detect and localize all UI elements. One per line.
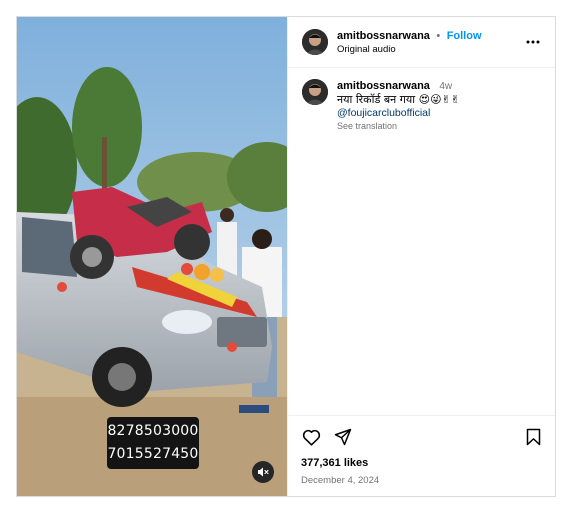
more-options-button[interactable]	[525, 35, 541, 49]
bookmark-icon	[526, 428, 540, 446]
post-header: amitbossnarwana • Follow Original audio	[288, 17, 555, 68]
share-icon	[334, 428, 352, 446]
audio-link[interactable]: Original audio	[337, 43, 482, 57]
avatar-image	[302, 79, 328, 105]
likes-count[interactable]: 377,361 likes	[301, 457, 368, 469]
caption-username[interactable]: amitbossnarwana	[337, 80, 430, 92]
post-info-panel: amitbossnarwana • Follow Original audio	[287, 17, 555, 496]
share-button[interactable]	[333, 427, 353, 447]
header-username[interactable]: amitbossnarwana	[337, 30, 430, 42]
caption-avatar[interactable]	[302, 79, 328, 105]
caption-text: नया रिकॉर्ड बन गया 😍😜✌✌	[337, 93, 461, 106]
avatar[interactable]	[302, 29, 328, 55]
more-horizontal-icon	[526, 40, 540, 44]
phone-number-overlay: 8278503000 7015527450	[107, 417, 199, 469]
caption-timestamp[interactable]: 4w	[439, 81, 452, 92]
caption-comment: amitbossnarwana 4w नया रिकॉर्ड बन गया 😍😜…	[288, 68, 555, 133]
save-button[interactable]	[523, 427, 543, 447]
post-video[interactable]: 8278503000 7015527450	[17, 17, 287, 496]
post-card: 8278503000 7015527450 amitbossnarwana • …	[16, 16, 556, 497]
follow-button[interactable]: Follow	[447, 30, 482, 42]
phone-number-1: 8278503000	[107, 423, 199, 439]
post-date[interactable]: December 4, 2024	[301, 475, 543, 486]
speaker-muted-icon	[258, 467, 269, 477]
avatar-image	[302, 29, 328, 55]
post-actions: 377,361 likes December 4, 2024	[288, 415, 555, 486]
like-button[interactable]	[301, 427, 321, 447]
heart-icon	[302, 429, 320, 446]
mute-toggle-button[interactable]	[252, 461, 274, 483]
caption-mention-link[interactable]: @foujicarclubofficial	[337, 107, 460, 120]
header-separator: •	[436, 29, 441, 42]
see-translation-link[interactable]: See translation	[337, 120, 460, 133]
phone-number-2: 7015527450	[107, 446, 199, 462]
